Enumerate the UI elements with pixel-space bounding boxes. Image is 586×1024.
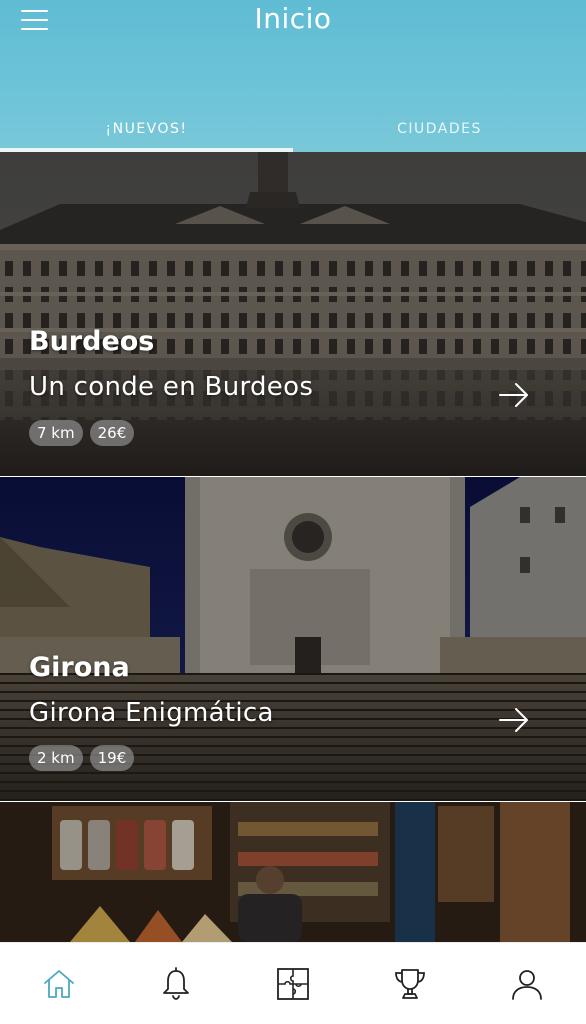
route-card-girona[interactable]: Girona Girona Enigmática 2 km 19€ [0,477,586,801]
tab-bar: ¡NUEVOS! CIUDADES [0,112,586,152]
nav-home[interactable] [29,954,89,1014]
route-city: Girona [29,652,130,683]
puzzle-icon [277,967,309,1000]
route-title: Un conde en Burdeos [29,372,314,402]
user-icon [512,969,543,1000]
card-dim-overlay [0,802,586,942]
route-title: Girona Enigmática [29,698,274,728]
route-badges: 2 km 19€ [29,745,135,771]
route-card-market[interactable] [0,802,586,942]
arrow-right-icon[interactable] [498,382,530,408]
distance-badge: 2 km [29,745,83,771]
bottom-navigation [0,942,586,1024]
tab-nuevos[interactable]: ¡NUEVOS! [0,112,293,152]
app-header: Inicio ¡NUEVOS! CIUDADES [0,0,586,152]
trophy-icon [395,968,426,999]
nav-notifications[interactable] [146,954,206,1014]
route-badges: 7 km 26€ [29,420,135,446]
price-badge: 26€ [89,420,135,446]
tab-ciudades[interactable]: CIUDADES [293,112,586,152]
arrow-right-icon[interactable] [498,707,530,733]
price-badge: 19€ [89,745,135,771]
nav-achievements[interactable] [380,954,440,1014]
home-icon [43,969,74,998]
distance-badge: 7 km [29,420,83,446]
route-card-burdeos[interactable]: Burdeos Un conde en Burdeos 7 km 26€ [0,152,586,476]
bell-icon [162,966,189,1000]
route-city: Burdeos [29,326,155,357]
page-title: Inicio [254,2,332,35]
nav-profile[interactable] [497,954,557,1014]
nav-puzzles[interactable] [263,954,323,1014]
